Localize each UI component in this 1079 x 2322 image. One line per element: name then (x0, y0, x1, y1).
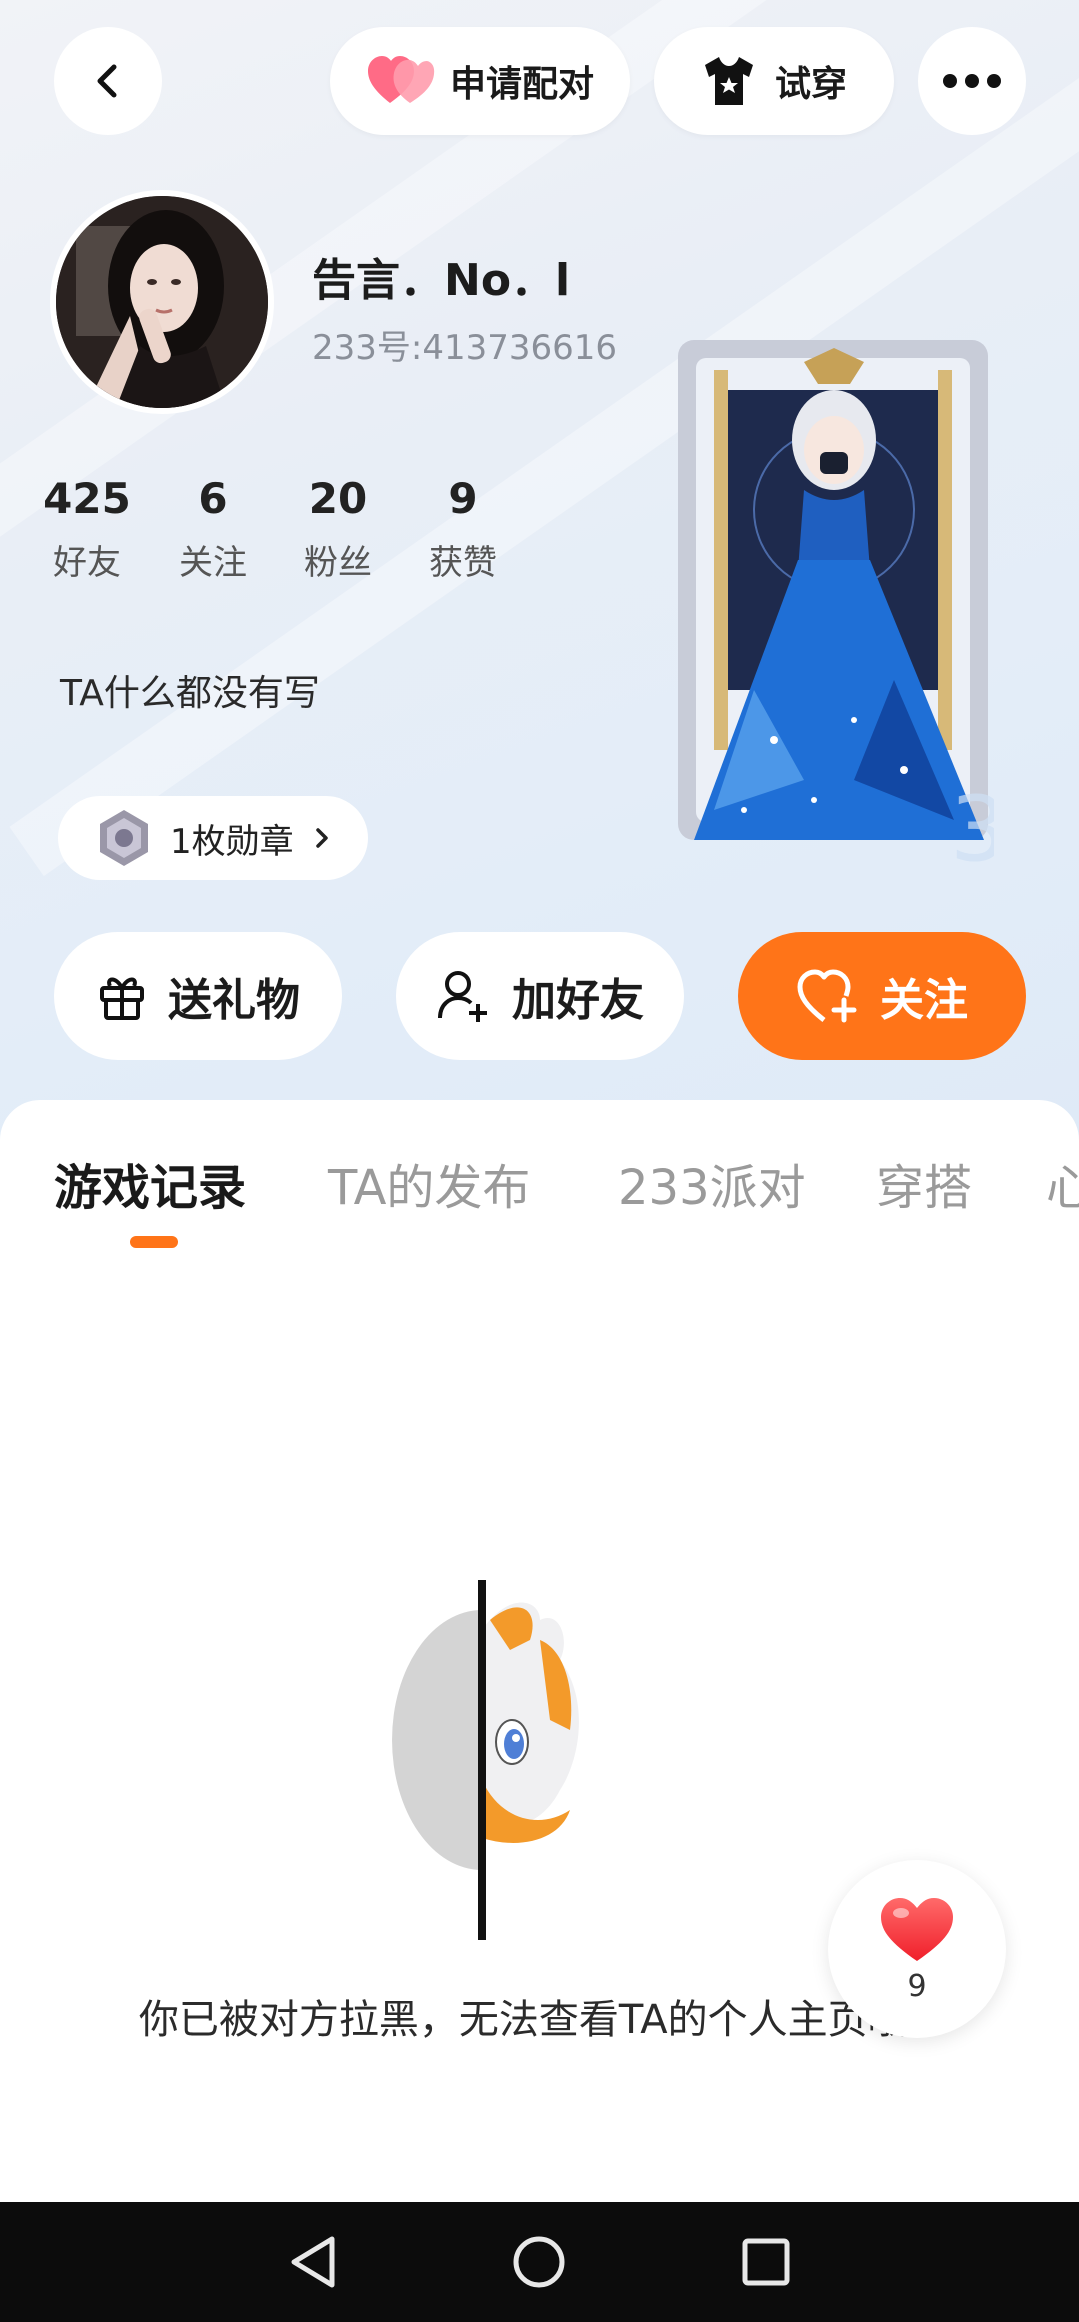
stat-label: 粉丝 (304, 543, 372, 583)
more-icon (943, 74, 1001, 88)
add-user-icon (438, 971, 487, 1022)
tab-outfits[interactable]: 穿搭 (876, 1148, 972, 1218)
character-illustration: 3 (678, 340, 1007, 882)
chevron-right-icon (315, 828, 328, 848)
match-request-label: 申请配对 (449, 64, 594, 105)
nav-back-button[interactable] (273, 2222, 353, 2302)
user-id[interactable]: 233号:413736616 (312, 320, 617, 369)
medal-label: 1枚勋章 (170, 821, 294, 862)
try-on-label: 试穿 (774, 64, 847, 105)
floating-like-button[interactable]: 9 (828, 1860, 1006, 2038)
tab-indicator (130, 1236, 178, 1248)
more-options-button[interactable] (918, 27, 1026, 135)
svg-text:3: 3 (950, 777, 994, 880)
avatar[interactable] (50, 190, 274, 414)
chevron-left-icon (97, 64, 117, 98)
like-count: 9 (907, 1968, 927, 2004)
triangle-back-icon (291, 2236, 335, 2288)
match-request-button[interactable]: 申请配对 (330, 27, 630, 135)
stat-label: 获赞 (429, 543, 497, 583)
send-gift-label: 送礼物 (168, 975, 300, 1026)
tshirt-icon (704, 57, 753, 105)
system-navigation-bar (0, 2202, 1079, 2322)
send-gift-button[interactable]: 送礼物 (54, 932, 342, 1060)
stat-label: 关注 (179, 543, 247, 583)
nav-recents-button[interactable] (726, 2222, 806, 2302)
tab-posts[interactable]: TA的发布 (328, 1148, 530, 1218)
add-friend-button[interactable]: 加好友 (396, 932, 684, 1060)
heart-plus-icon (797, 969, 857, 1023)
blocked-illustration (392, 1580, 579, 1940)
stat-friends[interactable]: 425 好友 (22, 474, 152, 584)
back-button[interactable] (54, 27, 162, 135)
follow-button[interactable]: 关注 (738, 932, 1026, 1060)
medal-badge-icon (100, 810, 148, 866)
stat-value: 9 (448, 474, 478, 523)
double-heart-icon (367, 56, 435, 103)
stat-value: 20 (308, 474, 368, 523)
follow-label: 关注 (880, 975, 968, 1026)
stat-fans[interactable]: 20 粉丝 (273, 474, 403, 584)
stat-likes[interactable]: 9 获赞 (398, 474, 528, 584)
character-avatar-card[interactable]: 3 (654, 340, 1007, 882)
add-friend-label: 加好友 (512, 975, 644, 1026)
tab-233-party[interactable]: 233派对 (618, 1148, 806, 1218)
stat-value: 6 (198, 474, 228, 523)
square-recents-icon (742, 2238, 790, 2286)
nav-home-button[interactable] (499, 2222, 579, 2302)
stat-label: 好友 (53, 543, 121, 583)
heart-icon (881, 1897, 953, 1961)
medal-button[interactable]: 1枚勋章 (58, 796, 368, 880)
avatar-photo (56, 196, 268, 408)
tab-game-records[interactable]: 游戏记录 (54, 1148, 246, 1218)
username: 告言．No．l (312, 255, 571, 306)
tab-more[interactable]: 心 (1046, 1148, 1079, 1218)
circle-home-icon (513, 2236, 565, 2288)
gift-icon (100, 977, 144, 1020)
bio-text: TA什么都没有写 (60, 673, 320, 714)
try-on-button[interactable]: 试穿 (654, 27, 894, 135)
stat-value: 425 (43, 474, 131, 523)
stat-following[interactable]: 6 关注 (148, 474, 278, 584)
